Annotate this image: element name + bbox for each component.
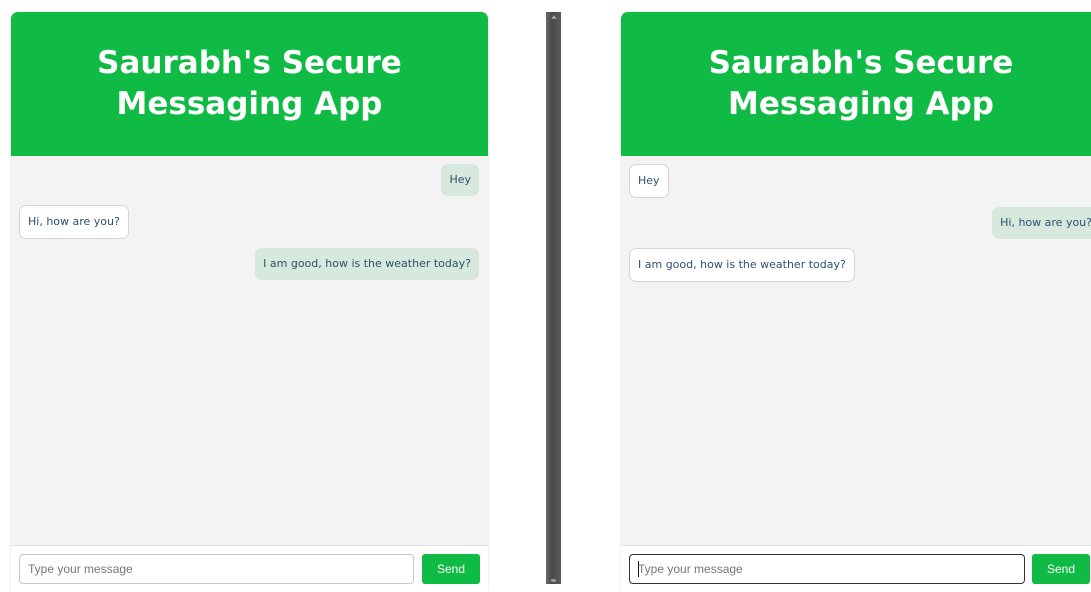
message-bubble-sent: Hi, how are you? [992, 207, 1091, 239]
message-input[interactable] [19, 554, 414, 584]
scroll-up-arrow-icon[interactable] [551, 15, 557, 19]
text-caret [638, 561, 639, 577]
chat-window-right: Saurabh's Secure Messaging App Hey Hi, h… [621, 12, 1091, 592]
message-bubble-received: I am good, how is the weather today? [629, 248, 855, 282]
message-bubble-sent: Hey [441, 164, 479, 196]
chat-window-left: Saurabh's Secure Messaging App Hey Hi, h… [11, 12, 488, 592]
send-button[interactable]: Send [422, 554, 480, 584]
message-bubble-sent: I am good, how is the weather today? [255, 248, 479, 280]
composer: Send [11, 545, 488, 592]
message-bubble-received: Hey [629, 164, 669, 198]
send-button[interactable]: Send [1032, 554, 1090, 584]
window-splitter-scrollbar[interactable] [546, 12, 561, 584]
app-title: Saurabh's Secure Messaging App [708, 45, 1014, 122]
app-title: Saurabh's Secure Messaging App [97, 45, 402, 122]
message-list: Hey Hi, how are you? I am good, how is t… [621, 156, 1091, 546]
composer: Send [621, 545, 1091, 592]
message-input[interactable] [629, 554, 1025, 584]
scroll-down-arrow-icon[interactable] [551, 579, 556, 582]
app-header: Saurabh's Secure Messaging App [621, 12, 1091, 156]
message-list: Hey Hi, how are you? I am good, how is t… [11, 156, 488, 546]
app-header: Saurabh's Secure Messaging App [11, 12, 488, 156]
message-bubble-received: Hi, how are you? [19, 205, 129, 239]
